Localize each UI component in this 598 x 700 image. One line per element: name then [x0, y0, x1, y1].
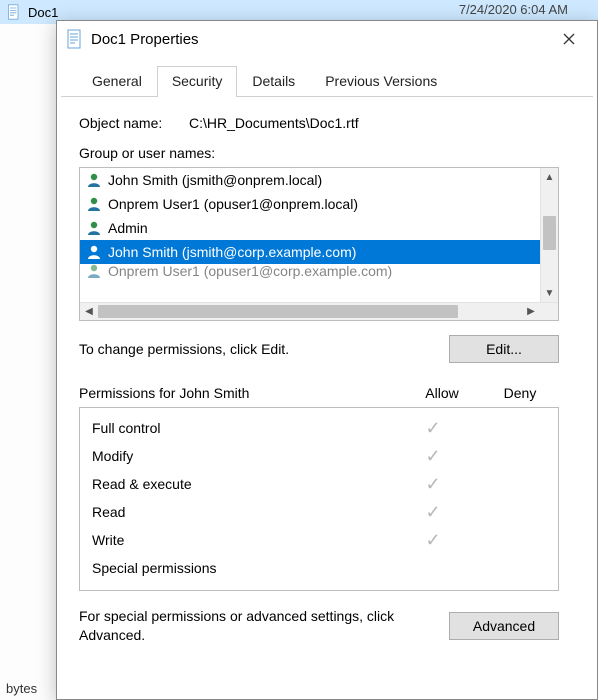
permission-name: Read: [92, 504, 394, 520]
allow-cell: ✓: [394, 447, 472, 465]
permission-row: Modify ✓: [80, 442, 558, 470]
advanced-hint: For special permissions or advanced sett…: [79, 607, 449, 645]
user-row[interactable]: John Smith (jsmith@onprem.local): [80, 168, 540, 192]
user-list[interactable]: John Smith (jsmith@onprem.local) Onprem U…: [79, 167, 559, 321]
permission-row: Read ✓: [80, 498, 558, 526]
titlebar: Doc1 Properties: [57, 21, 597, 57]
user-display-name: Onprem User1 (opuser1@onprem.local): [108, 196, 358, 212]
tab-details[interactable]: Details: [237, 66, 310, 97]
scroll-thumb[interactable]: [543, 216, 556, 250]
tab-security[interactable]: Security: [157, 66, 238, 97]
explorer-file-name: Doc1: [28, 5, 58, 20]
tab-general[interactable]: General: [77, 66, 157, 97]
properties-dialog: Doc1 Properties General Security Details…: [56, 20, 598, 700]
permission-name: Read & execute: [92, 476, 394, 492]
object-name-label: Object name:: [79, 115, 189, 131]
allow-cell: ✓: [394, 475, 472, 493]
check-icon: ✓: [425, 418, 440, 438]
allow-cell: ✓: [394, 503, 472, 521]
vertical-scrollbar[interactable]: ▲ ▼: [540, 168, 558, 302]
deny-column-header: Deny: [481, 385, 559, 401]
scroll-down-icon[interactable]: ▼: [541, 284, 558, 302]
user-row[interactable]: Admin: [80, 216, 540, 240]
user-display-name: Admin: [108, 220, 148, 236]
permission-row: Special permissions: [80, 554, 558, 582]
permission-name: Write: [92, 532, 394, 548]
allow-column-header: Allow: [403, 385, 481, 401]
user-icon: [86, 244, 102, 260]
scroll-up-icon[interactable]: ▲: [541, 168, 558, 186]
allow-cell: ✓: [394, 531, 472, 549]
user-row[interactable]: Onprem User1 (opuser1@onprem.local): [80, 192, 540, 216]
hscroll-thumb[interactable]: [98, 305, 458, 318]
explorer-file-timestamp: 7/24/2020 6:04 AM: [459, 2, 568, 17]
permission-row: Read & execute ✓: [80, 470, 558, 498]
scroll-left-icon[interactable]: ◀: [80, 303, 98, 320]
explorer-size-unit: bytes: [6, 681, 37, 696]
dialog-title: Doc1 Properties: [91, 31, 199, 48]
permission-row: Full control ✓: [80, 414, 558, 442]
scroll-right-icon[interactable]: ▶: [522, 303, 540, 320]
file-icon: [67, 29, 83, 49]
user-icon: [86, 220, 102, 236]
horizontal-scrollbar[interactable]: ◀ ▶: [80, 302, 558, 320]
user-icon: [86, 196, 102, 212]
file-icon: [6, 4, 22, 20]
user-row[interactable]: John Smith (jsmith@corp.example.com): [80, 240, 540, 264]
permissions-list: Full control ✓ Modify ✓ Read & execute ✓ Read ✓…: [79, 407, 559, 591]
allow-cell: ✓: [394, 419, 472, 437]
advanced-button[interactable]: Advanced: [449, 612, 559, 640]
permission-row: Write ✓: [80, 526, 558, 554]
object-name-value: C:\HR_Documents\Doc1.rtf: [189, 115, 359, 131]
close-button[interactable]: [549, 25, 589, 53]
edit-hint: To change permissions, click Edit.: [79, 341, 449, 357]
user-display-name: John Smith (jsmith@onprem.local): [108, 172, 322, 188]
check-icon: ✓: [425, 502, 440, 522]
permission-name: Full control: [92, 420, 394, 436]
user-icon: [86, 263, 102, 279]
tab-strip: General Security Details Previous Versio…: [61, 57, 593, 97]
check-icon: ✓: [425, 446, 440, 466]
edit-button[interactable]: Edit...: [449, 335, 559, 363]
close-icon: [563, 33, 575, 45]
user-display-name: Onprem User1 (opuser1@corp.example.com): [108, 263, 392, 279]
permissions-header: Permissions for John Smith: [79, 385, 403, 401]
user-icon: [86, 172, 102, 188]
group-user-label: Group or user names:: [79, 145, 575, 161]
user-row[interactable]: Onprem User1 (opuser1@corp.example.com): [80, 264, 540, 278]
check-icon: ✓: [425, 474, 440, 494]
user-display-name: John Smith (jsmith@corp.example.com): [108, 244, 356, 260]
check-icon: ✓: [425, 530, 440, 550]
tab-body-security: Object name: C:\HR_Documents\Doc1.rtf Gr…: [57, 97, 597, 699]
tab-previous-versions[interactable]: Previous Versions: [310, 66, 452, 97]
permission-name: Special permissions: [92, 560, 394, 576]
permission-name: Modify: [92, 448, 394, 464]
